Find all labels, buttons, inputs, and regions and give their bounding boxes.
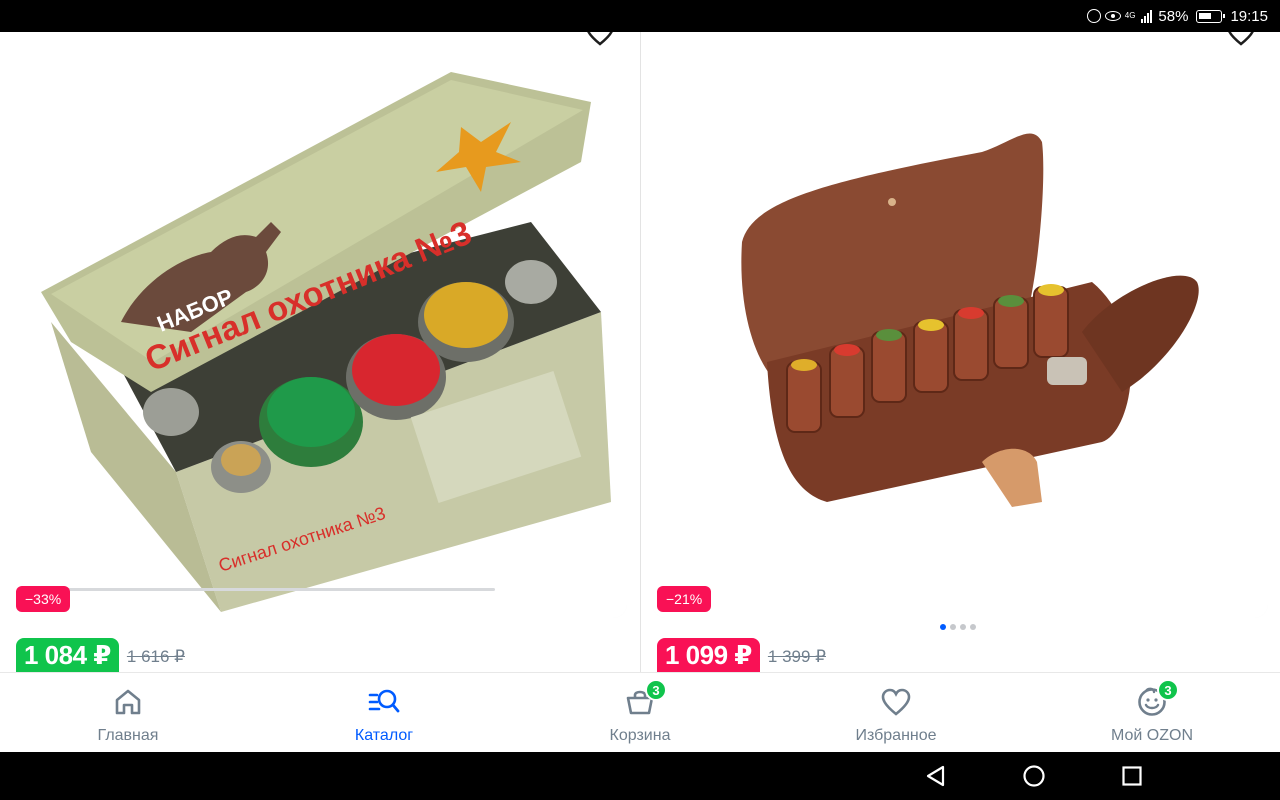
heart-icon[interactable] [1226, 32, 1256, 46]
battery-percent: 58% [1158, 7, 1189, 25]
profile-count-badge: 3 [1157, 679, 1179, 701]
profile-smile-icon: 3 [1135, 679, 1179, 719]
tab-label: Каталог [354, 727, 414, 744]
nfc-icon [1086, 9, 1101, 23]
tab-favorites[interactable]: Избранное [806, 673, 986, 752]
product-image[interactable] [652, 32, 1268, 618]
product-grid: Сигнал охотника №3 НАБОР Сигнал охотника… [0, 32, 1280, 672]
tab-catalog[interactable]: Каталог [294, 673, 474, 752]
battery-icon [1196, 9, 1226, 23]
home-icon [111, 685, 145, 719]
gallery-dot[interactable] [950, 624, 956, 630]
tab-label: Мой OZON [1110, 727, 1193, 744]
clock: 19:15 [1230, 7, 1268, 25]
signal-icon [1141, 9, 1153, 23]
tab-label: Избранное [855, 727, 937, 744]
price-row: 1 084 ₽ 1 616 ₽ [16, 638, 185, 672]
gallery-dots[interactable] [940, 624, 976, 630]
back-triangle-icon[interactable] [924, 764, 948, 788]
heart-icon [879, 685, 913, 719]
old-price: 1 399 ₽ [767, 647, 826, 666]
old-price: 1 616 ₽ [126, 647, 185, 666]
current-price: 1 099 ₽ [657, 638, 760, 672]
eye-comfort-icon [1104, 11, 1121, 21]
status-bar: 4G 58% 19:15 [0, 0, 1280, 32]
gallery-dot[interactable] [970, 624, 976, 630]
price-row: 1 099 ₽ 1 399 ₽ [657, 638, 826, 672]
recents-square-icon[interactable] [1120, 764, 1144, 788]
signal-kit-box-image: Сигнал охотника №3 НАБОР Сигнал охотника… [11, 32, 627, 618]
cart-icon: 3 [623, 679, 667, 719]
tab-label: Корзина [609, 727, 671, 744]
tab-label: Главная [97, 727, 159, 744]
tab-my-ozon[interactable]: 3 Мой OZON [1062, 673, 1242, 752]
system-navigation-bar [0, 752, 1280, 800]
image-scroll-indicator [21, 588, 495, 591]
current-price: 1 084 ₽ [16, 638, 119, 672]
network-type: 4G [1124, 11, 1136, 20]
leather-cartridge-holder-image [652, 32, 1268, 618]
heart-icon[interactable] [585, 32, 615, 46]
column-divider [640, 32, 641, 672]
tab-home[interactable]: Главная [38, 673, 218, 752]
gallery-dot[interactable] [960, 624, 966, 630]
discount-badge: −33% [16, 586, 71, 612]
home-circle-icon[interactable] [1022, 764, 1046, 788]
product-image[interactable]: Сигнал охотника №3 НАБОР Сигнал охотника… [11, 32, 627, 618]
product-card[interactable]: Сигнал охотника №3 НАБОР Сигнал охотника… [11, 32, 627, 672]
discount-badge: −21% [657, 586, 712, 612]
tab-cart[interactable]: 3 Корзина [550, 673, 730, 752]
product-card[interactable]: −21% 1 099 ₽ 1 399 ₽ [652, 32, 1268, 672]
gallery-dot[interactable] [940, 624, 946, 630]
catalog-search-icon [367, 685, 401, 719]
bottom-tab-bar: Главная Каталог 3 Корзина Избранное 3 Мо… [0, 672, 1280, 752]
cart-count-badge: 3 [645, 679, 667, 701]
